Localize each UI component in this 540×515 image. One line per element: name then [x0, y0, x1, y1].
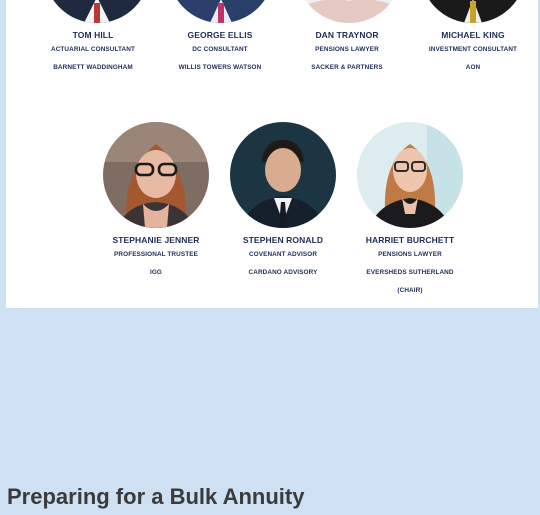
member-name: STEPHEN RONALD: [242, 235, 324, 245]
member-name: STEPHANIE JENNER: [112, 235, 200, 245]
member-harriet-burchett: HARRIET BURCHETT PENSIONS LAWYER EVERSHE…: [345, 235, 475, 294]
member-role: DC CONSULTANT: [192, 46, 248, 53]
member-company: CARDANO ADVISORY: [248, 269, 318, 276]
member-company: BARNETT WADDINGHAM: [53, 64, 133, 71]
member-dan-traynor: DAN TRAYNOR PENSIONS LAWYER SACKER & PAR…: [282, 30, 412, 71]
member-name: HARRIET BURCHETT: [365, 235, 455, 245]
member-note: (CHAIR): [397, 287, 423, 294]
member-stephen-ronald: STEPHEN RONALD COVENANT ADVISOR CARDANO …: [218, 235, 348, 276]
member-company: WILLIS TOWERS WATSON: [178, 64, 262, 71]
avatar-stephanie-jenner: [103, 122, 209, 228]
member-company: EVERSHEDS SUTHERLAND: [366, 269, 454, 276]
section-heading: Preparing for a Bulk Annuity: [7, 484, 305, 509]
member-role: ACTUARIAL CONSULTANT: [50, 46, 135, 53]
member-role: COVENANT ADVISOR: [248, 251, 318, 258]
avatar-tom-hill: [44, 0, 150, 23]
member-role: PROFESSIONAL TRUSTEE: [114, 251, 198, 258]
avatar-michael-king: [420, 0, 526, 23]
member-role: INVESTMENT CONSULTANT: [428, 46, 518, 53]
member-company: SACKER & PARTNERS: [311, 64, 383, 71]
avatar-harriet-burchett: [357, 122, 463, 228]
member-stephanie-jenner: STEPHANIE JENNER PROFESSIONAL TRUSTEE IG…: [91, 235, 221, 276]
team-panel: TOM HILL ACTUARIAL CONSULTANT BARNETT WA…: [6, 0, 538, 308]
member-company: AON: [465, 64, 481, 71]
member-role: PENSIONS LAWYER: [315, 46, 379, 53]
member-name: MICHAEL KING: [441, 30, 505, 40]
avatar-dan-traynor: [296, 0, 402, 23]
member-george-ellis: GEORGE ELLIS DC CONSULTANT WILLIS TOWERS…: [155, 30, 285, 71]
member-role: PENSIONS LAWYER: [378, 251, 442, 258]
avatar-stephen-ronald: [230, 122, 336, 228]
member-michael-king: MICHAEL KING INVESTMENT CONSULTANT AON: [408, 30, 538, 71]
avatar-george-ellis: [168, 0, 274, 23]
member-name: DAN TRAYNOR: [315, 30, 379, 40]
member-name: GEORGE ELLIS: [187, 30, 253, 40]
member-tom-hill: TOM HILL ACTUARIAL CONSULTANT BARNETT WA…: [28, 30, 158, 71]
member-company: IGG: [149, 269, 163, 276]
member-name: TOM HILL: [72, 30, 114, 40]
